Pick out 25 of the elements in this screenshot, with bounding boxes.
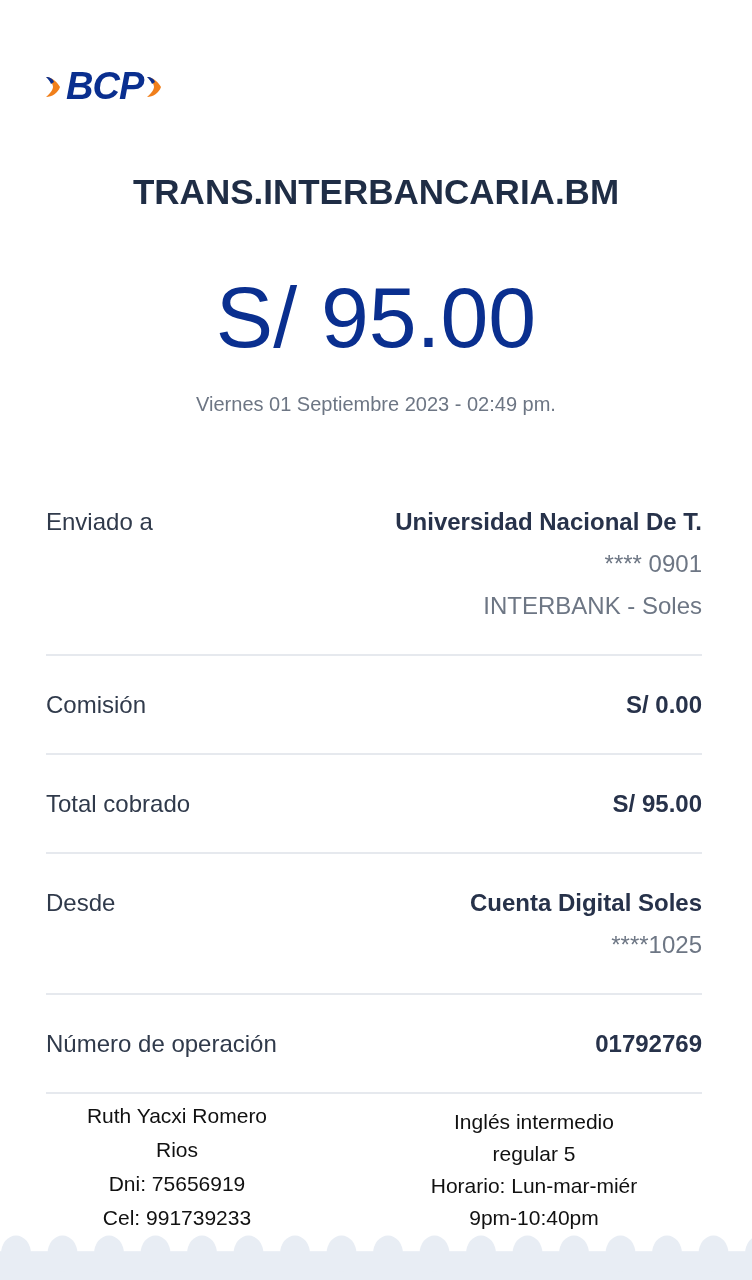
- detail-subtext: INTERBANK - Soles: [483, 591, 702, 620]
- detail-subtext: ****1025: [611, 930, 702, 959]
- date-time: Viernes 01 Septiembre 2023 - 02:49 pm.: [195, 392, 557, 416]
- note-text: Ruth Yacxi Romero: [86, 1103, 268, 1128]
- detail-value: 01792769: [595, 1029, 702, 1058]
- note-text: Inglés intermedio: [454, 1109, 614, 1134]
- receipt-title: TRANS.INTERBANCARIA.BM: [131, 172, 621, 212]
- detail-subtext: **** 0901: [604, 549, 702, 578]
- detail-label: Comisión: [46, 690, 147, 719]
- detail-value: S/ 0.00: [625, 690, 702, 719]
- detail-value: Universidad Nacional De T.: [395, 507, 702, 536]
- note-text: Horario: Lun-mar-miér: [430, 1173, 638, 1198]
- detail-label: Desde: [46, 888, 116, 918]
- logo-text: BCP: [66, 64, 144, 108]
- note-text: regular 5: [492, 1141, 576, 1166]
- amount: S/ 95.00: [214, 270, 538, 365]
- detail-value: S/ 95.00: [612, 789, 702, 818]
- note-text: Dni: 75656919: [108, 1171, 246, 1196]
- detail-label: Enviado a: [46, 507, 153, 537]
- detail-label: Total cobrado: [46, 789, 191, 818]
- detail-value: Cuenta Digital Soles: [469, 888, 702, 917]
- note-text: Rios: [156, 1137, 198, 1162]
- note-text: Cel: 991739233: [102, 1205, 252, 1230]
- note-text: 9pm-10:40pm: [469, 1205, 599, 1230]
- detail-label: Número de operación: [46, 1029, 277, 1058]
